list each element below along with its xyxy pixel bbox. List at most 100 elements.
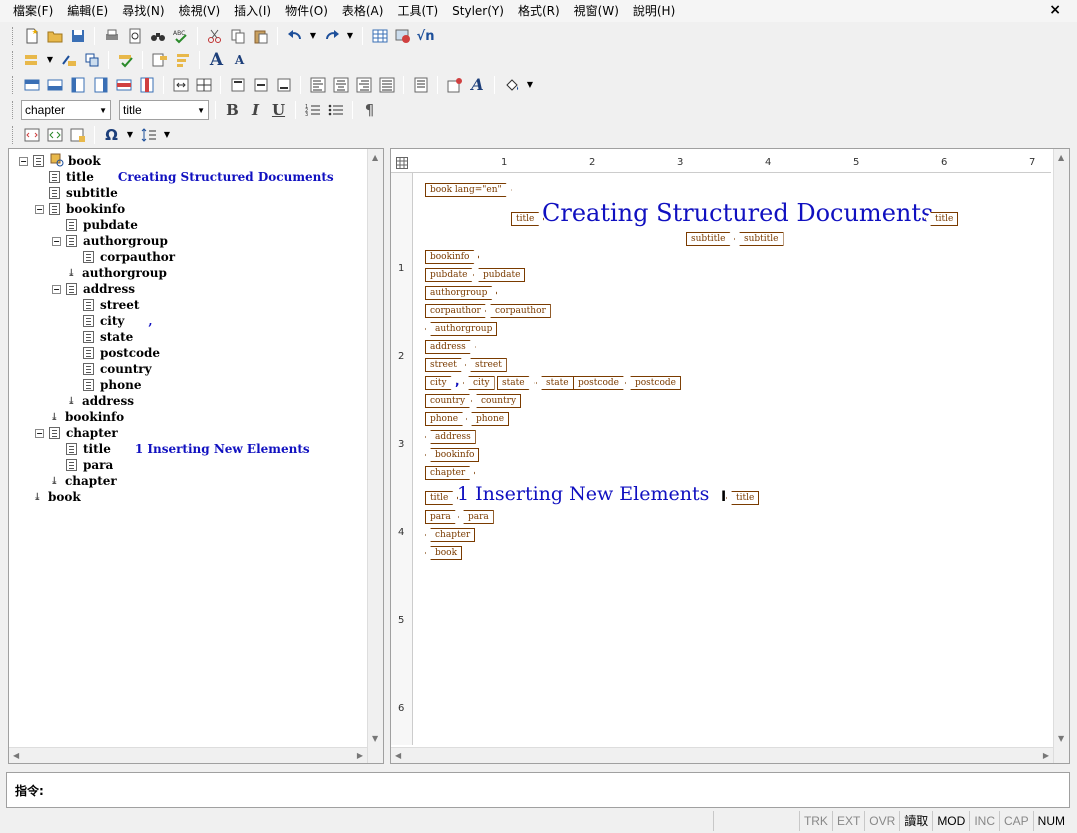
- insert-column-right-icon[interactable]: [90, 75, 111, 96]
- tree-row[interactable]: city ,: [83, 313, 153, 329]
- delete-row-icon[interactable]: [113, 75, 134, 96]
- menu-tools[interactable]: 工具(T): [390, 0, 445, 22]
- tree-row[interactable]: country: [83, 361, 152, 377]
- valign-top-icon[interactable]: [227, 75, 248, 96]
- font-size-up-icon[interactable]: A: [206, 50, 227, 71]
- redo-dropdown-icon[interactable]: ▼: [344, 26, 356, 47]
- tree-row[interactable]: title 1 Inserting New Elements: [66, 441, 310, 457]
- tag-authorgroup-end[interactable]: authorgroup: [425, 322, 498, 336]
- tag-view-icon[interactable]: [44, 125, 65, 146]
- special-character-icon[interactable]: Ω: [101, 125, 122, 146]
- scroll-down-icon[interactable]: ▼: [1058, 734, 1064, 743]
- insert-image-icon[interactable]: [392, 26, 413, 47]
- scroll-right-icon[interactable]: ▶: [357, 751, 363, 760]
- tree-vertical-scrollbar[interactable]: ▲ ▼: [367, 149, 383, 763]
- tag-phone-end[interactable]: phone: [466, 412, 510, 426]
- scroll-left-icon[interactable]: ◀: [13, 751, 19, 760]
- scroll-down-icon[interactable]: ▼: [372, 734, 378, 743]
- cell-properties-icon[interactable]: [444, 75, 465, 96]
- menu-window[interactable]: 視窗(W): [567, 0, 626, 22]
- toolbar-grip[interactable]: [12, 51, 15, 69]
- document-horizontal-scrollbar[interactable]: ◀ ▶: [391, 747, 1053, 763]
- tag-street-start[interactable]: street: [425, 358, 467, 372]
- tag-city-start[interactable]: city: [425, 376, 457, 390]
- valign-middle-icon[interactable]: [250, 75, 271, 96]
- scroll-up-icon[interactable]: ▲: [372, 153, 378, 162]
- tag-para-end[interactable]: para: [458, 510, 494, 524]
- paste-icon[interactable]: [250, 26, 271, 47]
- tree-row[interactable]: ⤓ book: [33, 489, 80, 505]
- ruler-table-icon[interactable]: [396, 157, 408, 172]
- menu-view[interactable]: 檢視(V): [172, 0, 228, 22]
- document-title[interactable]: Creating Structured Documents: [542, 199, 933, 227]
- fill-color-dropdown-icon[interactable]: ▼: [524, 75, 536, 96]
- tag-authorgroup-start[interactable]: authorgroup: [425, 286, 497, 300]
- tag-chapter-title-end[interactable]: title: [726, 491, 760, 505]
- tag-book-start[interactable]: book lang="en": [425, 183, 512, 197]
- tree-horizontal-scrollbar[interactable]: ◀ ▶: [9, 747, 367, 763]
- tree-row[interactable]: subtitle: [49, 185, 118, 201]
- collapse-icon[interactable]: −: [52, 236, 61, 246]
- toolbar-grip[interactable]: [12, 27, 15, 45]
- redo-icon[interactable]: [321, 26, 342, 47]
- insert-column-left-icon[interactable]: [67, 75, 88, 96]
- move-element-icon[interactable]: [58, 50, 79, 71]
- menu-styler[interactable]: Styler(Y): [445, 0, 511, 22]
- insert-row-below-icon[interactable]: [44, 75, 65, 96]
- attributes-icon[interactable]: [149, 50, 170, 71]
- city-text[interactable]: ,: [455, 374, 460, 388]
- tag-chapter-title-start[interactable]: title: [425, 491, 458, 505]
- style-icon[interactable]: [172, 50, 193, 71]
- tag-corpauthor-end[interactable]: corpauthor: [485, 304, 551, 318]
- tag-country-end[interactable]: country: [471, 394, 522, 408]
- new-file-icon[interactable]: [21, 26, 42, 47]
- tree-row[interactable]: − bookinfo: [35, 201, 125, 217]
- menu-format[interactable]: 格式(R): [511, 0, 567, 22]
- tree-row[interactable]: − address: [52, 281, 135, 297]
- tag-phone-start[interactable]: phone: [425, 412, 468, 426]
- tree-row[interactable]: ⤓ address: [67, 393, 134, 409]
- tree-row[interactable]: ⤓ chapter: [50, 473, 116, 489]
- tag-country-start[interactable]: country: [425, 394, 475, 408]
- scroll-right-icon[interactable]: ▶: [1043, 751, 1049, 760]
- undo-dropdown-icon[interactable]: ▼: [307, 26, 319, 47]
- scroll-up-icon[interactable]: ▲: [1058, 153, 1064, 162]
- font-size-down-icon[interactable]: A: [229, 50, 250, 71]
- tag-title-end[interactable]: title: [925, 212, 959, 226]
- save-icon[interactable]: [67, 26, 88, 47]
- align-center-icon[interactable]: [330, 75, 351, 96]
- tree-row[interactable]: − authorgroup: [52, 233, 168, 249]
- tag-pubdate-end[interactable]: pubdate: [473, 268, 526, 282]
- split-element-icon[interactable]: [81, 50, 102, 71]
- tag-state-end[interactable]: state: [536, 376, 574, 390]
- tag-title-start[interactable]: title: [511, 212, 544, 226]
- split-cells-icon[interactable]: [193, 75, 214, 96]
- toolbar-grip[interactable]: [12, 126, 15, 144]
- tag-street-end[interactable]: street: [465, 358, 507, 372]
- open-folder-icon[interactable]: [44, 26, 65, 47]
- tree-row[interactable]: title Creating Structured Documents: [49, 169, 334, 185]
- menu-find[interactable]: 尋找(N): [115, 0, 171, 22]
- tree-row[interactable]: ⤓ bookinfo: [50, 409, 124, 425]
- print-preview-icon[interactable]: [124, 26, 145, 47]
- tree-row[interactable]: pubdate: [66, 217, 138, 233]
- align-right-icon[interactable]: [353, 75, 374, 96]
- insert-element-icon[interactable]: [21, 50, 42, 71]
- merge-cells-icon[interactable]: [170, 75, 191, 96]
- tree-row[interactable]: corpauthor: [83, 249, 175, 265]
- entity-icon[interactable]: [67, 125, 88, 146]
- fill-color-icon[interactable]: [501, 75, 522, 96]
- line-spacing-icon[interactable]: [138, 125, 159, 146]
- align-left-icon[interactable]: [307, 75, 328, 96]
- print-icon[interactable]: [101, 26, 122, 47]
- italic-button[interactable]: I: [245, 100, 266, 121]
- tree-row[interactable]: − chapter: [35, 425, 118, 441]
- copy-icon[interactable]: [227, 26, 248, 47]
- tag-bookinfo-start[interactable]: bookinfo: [425, 250, 479, 264]
- tree-row[interactable]: state: [83, 329, 133, 345]
- insert-equation-icon[interactable]: √n: [415, 26, 436, 47]
- chapter-title[interactable]: 1 Inserting New Elements: [457, 483, 709, 505]
- insert-table-icon[interactable]: [369, 26, 390, 47]
- toolbar-grip[interactable]: [12, 101, 15, 119]
- tag-state-start[interactable]: state: [497, 376, 535, 390]
